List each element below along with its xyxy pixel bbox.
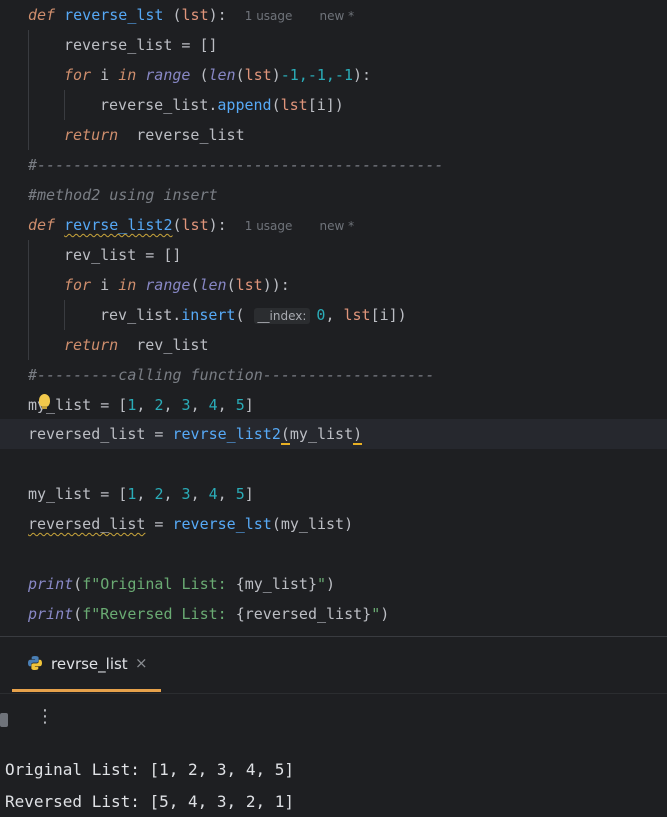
code-line[interactable]: rev_list = []	[64, 240, 181, 270]
indent-guide	[64, 300, 65, 330]
usage-hint[interactable]: 1 usage	[245, 9, 293, 23]
tab-label: revrse_list	[51, 655, 128, 673]
code-line-print-reversed[interactable]: print(f"Reversed List: {reversed_list}")	[28, 599, 389, 629]
console-line: Original List: [1, 2, 3, 4, 5]	[5, 760, 294, 779]
usage-hint[interactable]: 1 usage	[245, 219, 293, 233]
author-hint: new *	[319, 9, 355, 23]
code-line-for[interactable]: for i in range(len(lst)):	[64, 270, 290, 300]
code-line-my-list[interactable]: my_list = [1, 2, 3, 4, 5]	[28, 390, 254, 420]
run-tool-window-tabs: revrse_list ×	[0, 637, 667, 692]
code-line-insert[interactable]: rev_list.insert( __index: 0, lst[i])	[100, 300, 407, 330]
indent-guide	[28, 240, 29, 360]
code-line-def-reverse-lst[interactable]: def reverse_lst (lst): 1 usage new *	[28, 0, 354, 30]
code-line-separator-comment[interactable]: #---------------------------------------…	[28, 150, 443, 180]
code-line-print-original[interactable]: print(f"Original List: {my_list}")	[28, 569, 335, 599]
code-line-reversed-list-call[interactable]: reversed_list = revrse_list2(my_list)	[28, 419, 363, 449]
code-line-calling-comment[interactable]: #---------calling function--------------…	[28, 360, 434, 390]
code-line-my-list[interactable]: my_list = [1, 2, 3, 4, 5]	[28, 479, 254, 509]
code-editor[interactable]: def reverse_lst (lst): 1 usage new * rev…	[0, 0, 667, 636]
code-line-method2-comment[interactable]: #method2 using insert	[28, 180, 218, 210]
indent-guide	[64, 90, 65, 120]
code-line-for[interactable]: for i in range (len(lst)-1,-1,-1):	[64, 60, 371, 90]
code-line-append[interactable]: reverse_list.append(lst[i])	[100, 90, 344, 120]
more-vertical-icon[interactable]: ⋮	[36, 707, 54, 727]
lightbulb-icon[interactable]	[39, 394, 50, 409]
stop-icon[interactable]	[0, 713, 8, 727]
close-icon[interactable]: ×	[135, 654, 148, 672]
code-line-return[interactable]: return reverse_list	[64, 120, 245, 150]
code-line-reverse-lst-call[interactable]: reversed_list = reverse_lst(my_list)	[28, 509, 353, 539]
console-line: Reversed List: [5, 4, 3, 2, 1]	[5, 792, 294, 811]
console-toolbar: ⋮	[0, 693, 667, 734]
redeclared-warning: reversed_list	[28, 515, 146, 533]
parameter-inlay-hint: __index:	[253, 308, 311, 324]
indent-guide	[28, 30, 29, 150]
author-hint: new *	[319, 219, 355, 233]
python-icon	[28, 656, 42, 670]
tab-revrse-list[interactable]: revrse_list ×	[12, 637, 161, 692]
code-line-return[interactable]: return rev_list	[64, 330, 209, 360]
code-line-def-revrse-list2[interactable]: def revrse_list2(lst): 1 usage new *	[28, 210, 354, 240]
active-tab-indicator	[12, 689, 161, 692]
typo-warning: revrse_list2	[64, 216, 173, 234]
code-line[interactable]: reverse_list = []	[64, 30, 218, 60]
